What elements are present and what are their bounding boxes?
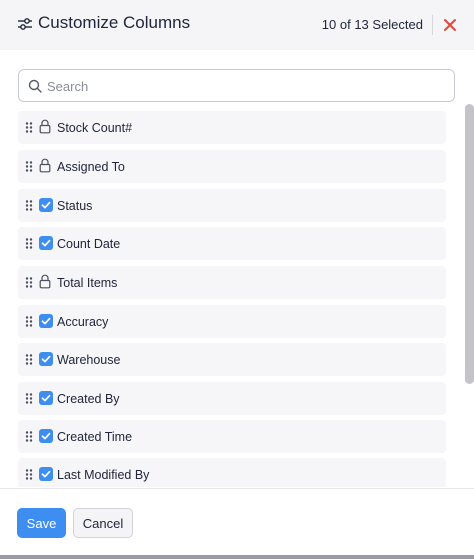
search-box [18, 69, 455, 102]
drag-handle-icon[interactable] [25, 393, 33, 404]
lock-icon [39, 158, 51, 173]
column-list: Stock Count# Assigned To Status Count Date T… [18, 111, 446, 487]
customize-sliders-icon [18, 18, 32, 30]
drag-handle-icon[interactable] [25, 122, 33, 133]
window-bottom-edge [0, 555, 474, 559]
checkbox-checked-icon[interactable] [39, 391, 53, 405]
dialog-footer: Save Cancel [0, 488, 474, 559]
column-label: Stock Count# [57, 121, 133, 135]
column-row[interactable]: Created By [18, 382, 446, 415]
column-row[interactable]: Stock Count# [18, 111, 446, 144]
header-divider [432, 15, 433, 35]
close-icon[interactable] [441, 16, 459, 34]
list-scrollbar[interactable] [465, 104, 474, 384]
drag-handle-icon[interactable] [25, 200, 33, 211]
column-label: Accuracy [57, 315, 109, 329]
drag-handle-icon[interactable] [25, 431, 33, 442]
column-row[interactable]: Warehouse [18, 343, 446, 376]
checkbox-checked-icon[interactable] [39, 236, 53, 250]
column-row[interactable]: Last Modified By [18, 458, 446, 487]
column-row[interactable]: Accuracy [18, 305, 446, 338]
drag-handle-icon[interactable] [25, 316, 33, 327]
lock-icon [39, 119, 51, 134]
search-icon [28, 79, 42, 93]
dialog-header: Customize Columns 10 of 13 Selected [0, 0, 474, 50]
column-row[interactable]: Total Items [18, 266, 446, 299]
checkbox-checked-icon[interactable] [39, 429, 53, 443]
column-row[interactable]: Status [18, 189, 446, 222]
drag-handle-icon[interactable] [25, 161, 33, 172]
checkbox-checked-icon[interactable] [39, 467, 53, 481]
search-input[interactable] [47, 74, 447, 98]
checkbox-checked-icon[interactable] [39, 314, 53, 328]
selected-count: 10 of 13 Selected [321, 17, 423, 32]
lock-icon [39, 274, 51, 289]
cancel-button[interactable]: Cancel [73, 508, 133, 538]
column-row[interactable]: Created Time [18, 420, 446, 453]
save-button[interactable]: Save [17, 508, 66, 538]
drag-handle-icon[interactable] [25, 277, 33, 288]
column-row[interactable]: Assigned To [18, 150, 446, 183]
column-label: Status [57, 199, 93, 213]
column-label: Warehouse [57, 353, 121, 367]
column-label: Last Modified By [57, 468, 150, 482]
drag-handle-icon[interactable] [25, 469, 33, 480]
drag-handle-icon[interactable] [25, 238, 33, 249]
column-label: Assigned To [57, 160, 125, 174]
column-label: Count Date [57, 237, 121, 251]
column-label: Created By [57, 392, 120, 406]
dialog-title: Customize Columns [38, 13, 191, 32]
drag-handle-icon[interactable] [25, 354, 33, 365]
checkbox-checked-icon[interactable] [39, 198, 53, 212]
column-row[interactable]: Count Date [18, 227, 446, 260]
checkbox-checked-icon[interactable] [39, 352, 53, 366]
column-label: Total Items [57, 276, 118, 290]
column-label: Created Time [57, 430, 133, 444]
